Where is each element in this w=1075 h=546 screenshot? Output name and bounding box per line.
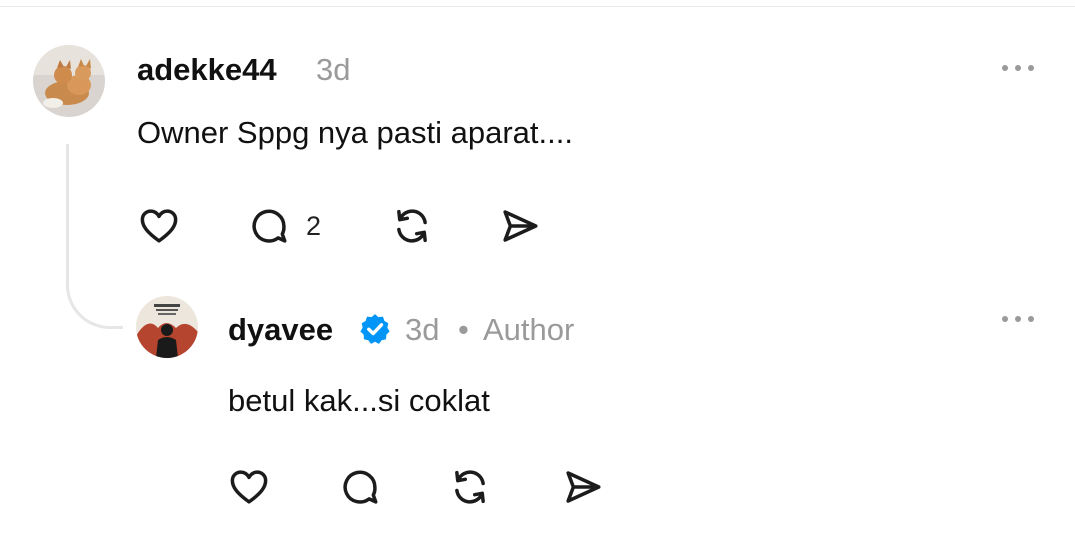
comment-username[interactable]: adekke44 xyxy=(137,52,277,88)
comment-share-button[interactable] xyxy=(499,205,541,247)
comment-text: Owner Sppg nya pasti aparat.... xyxy=(137,115,573,150)
verified-icon xyxy=(360,314,390,344)
cat-photo-avatar xyxy=(33,45,105,117)
reply-repost-button[interactable] xyxy=(449,466,491,508)
verified-badge xyxy=(358,312,392,346)
reply-share-button[interactable] xyxy=(562,466,604,508)
comment-avatar[interactable] xyxy=(33,45,105,117)
comment-reply-count: 2 xyxy=(306,211,322,241)
reply-avatar[interactable] xyxy=(136,296,198,358)
comment-more-button[interactable] xyxy=(1000,58,1036,78)
comment-repost-button[interactable] xyxy=(391,205,433,247)
repost-icon xyxy=(455,470,485,504)
repost-icon xyxy=(397,209,427,243)
reply-more-button[interactable] xyxy=(1000,309,1036,329)
comment-like-button[interactable] xyxy=(138,205,180,247)
thread-line xyxy=(66,144,123,329)
reply-text: betul kak...si coklat xyxy=(228,383,490,418)
reply-username[interactable]: dyavee xyxy=(228,312,333,348)
heart-icon xyxy=(140,209,178,243)
meta-separator: • xyxy=(458,312,469,347)
share-icon xyxy=(566,471,601,503)
poster-avatar xyxy=(136,296,198,358)
reply-reply-button[interactable] xyxy=(339,466,381,508)
comment-icon xyxy=(343,470,378,504)
comment-reply-button[interactable] xyxy=(248,205,290,247)
reply-like-button[interactable] xyxy=(228,466,270,508)
author-label: Author xyxy=(483,312,575,347)
comment-icon xyxy=(252,209,287,243)
reply-time: 3d xyxy=(405,312,440,347)
heart-icon xyxy=(230,470,268,504)
share-icon xyxy=(503,210,538,242)
more-icon xyxy=(1002,65,1034,71)
top-divider xyxy=(0,6,1075,7)
comment-time: 3d xyxy=(316,52,351,87)
more-icon xyxy=(1002,316,1034,322)
